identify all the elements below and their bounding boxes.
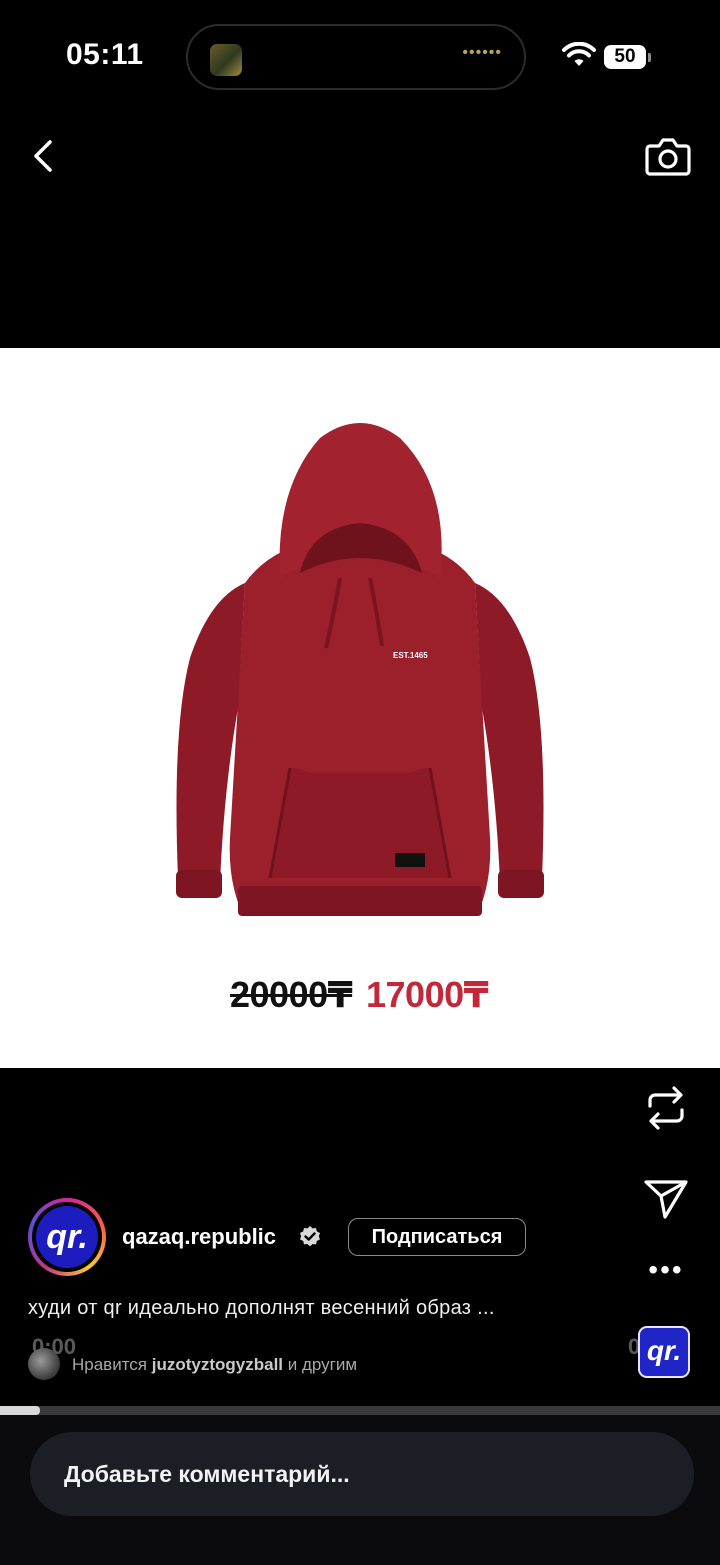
- author-username[interactable]: qazaq.republic: [122, 1224, 276, 1250]
- follow-button[interactable]: Подписаться: [348, 1218, 526, 1256]
- avatar-frame: qr.: [32, 1202, 102, 1272]
- liked-user[interactable]: juzotyztogyzball: [152, 1355, 283, 1374]
- like-count: етки: [652, 906, 680, 922]
- repost-icon[interactable]: [640, 1082, 692, 1134]
- battery-tip: [648, 53, 651, 62]
- status-time: 05:11: [66, 38, 144, 71]
- heart-icon[interactable]: [640, 838, 692, 890]
- liked-by-text[interactable]: Нравится juzotyztogyzball и другим: [72, 1355, 357, 1375]
- hoodie-print-text: EST.1465: [393, 651, 428, 660]
- comment-bar: Добавьте комментарий...: [0, 1415, 720, 1565]
- dynamic-island[interactable]: ••••••: [186, 24, 526, 90]
- audio-source-badge[interactable]: qr.: [638, 1326, 690, 1378]
- verified-badge-icon: [300, 1226, 320, 1247]
- comment-count: 176: [652, 1026, 680, 1043]
- liker-avatar[interactable]: [28, 1348, 60, 1380]
- sale-price: 17000₸: [366, 974, 489, 1015]
- comment-input[interactable]: Добавьте комментарий...: [30, 1432, 694, 1516]
- camera-icon[interactable]: [644, 132, 692, 180]
- more-options-icon[interactable]: •••: [640, 1256, 692, 1284]
- author-avatar[interactable]: qr.: [28, 1198, 106, 1276]
- now-playing-thumbnail: [210, 44, 242, 76]
- video-progress-fill: [0, 1406, 40, 1415]
- island-waveform-icon: ••••••: [462, 44, 502, 61]
- battery-indicator: 50: [604, 45, 646, 69]
- old-price: 20000₸: [230, 974, 353, 1015]
- hoodie-illustration: EST.1465: [176, 423, 544, 916]
- liked-suffix: и другим: [283, 1355, 358, 1374]
- liked-prefix: Нравится: [72, 1355, 152, 1374]
- wifi-icon: [562, 42, 596, 66]
- post-caption[interactable]: худи от qr идеально дополнят весенний об…: [28, 1297, 495, 1320]
- back-arrow-icon[interactable]: [26, 136, 66, 176]
- comment-icon[interactable]: [640, 958, 692, 1010]
- avatar-logo: qr.: [36, 1206, 98, 1268]
- product-image[interactable]: EST.1465 20000₸ 17000₸: [0, 348, 720, 1068]
- send-icon[interactable]: [640, 1172, 692, 1224]
- video-progress-bar[interactable]: [0, 1406, 720, 1415]
- comment-placeholder: Добавьте комментарий...: [64, 1461, 350, 1487]
